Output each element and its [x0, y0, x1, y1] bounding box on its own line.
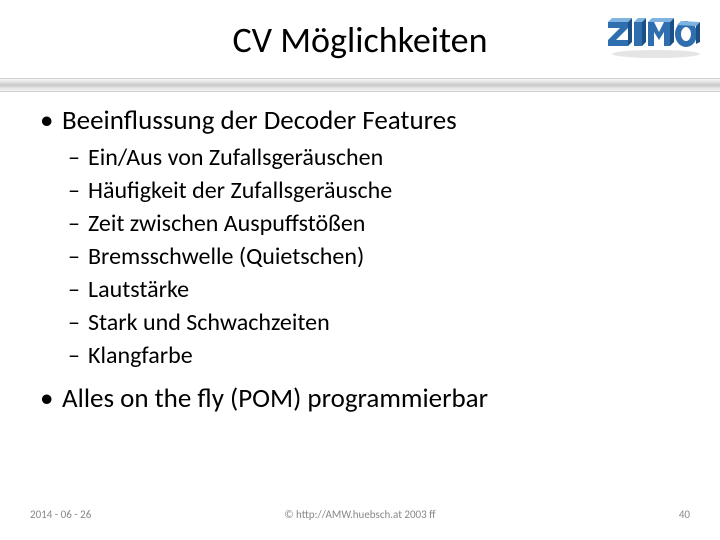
slide-footer: 2014 - 06 - 26 © http://AMW.huebsch.at 2…: [0, 508, 720, 526]
bullet-level2: Bremsschwelle (Quietschen): [36, 242, 684, 271]
bullet-level2: Häufigkeit der Zufallsgeräusche: [36, 176, 684, 205]
bullet-level2: Stark und Schwachzeiten: [36, 308, 684, 337]
bullet-text: Lautstärke: [88, 275, 189, 304]
slide-header: CV Möglichkeiten: [0, 0, 720, 96]
bullet-text: Bremsschwelle (Quietschen): [88, 242, 364, 271]
bullet-text: Häufigkeit der Zufallsgeräusche: [88, 176, 392, 205]
bullet-text: Klangfarbe: [88, 341, 193, 370]
slide: CV Möglichkeiten: [0, 0, 720, 540]
bullet-text: Beeinflussung der Decoder Features: [62, 104, 457, 137]
zimo-logo-icon: [606, 16, 702, 60]
header-divider: [0, 78, 720, 92]
bullet-text: Alles on the fly (POM) programmierbar: [62, 382, 488, 415]
bullet-level2: Zeit zwischen Auspuffstößen: [36, 209, 684, 238]
footer-copyright: © http://AMW.huebsch.at 2003 ff: [0, 508, 720, 521]
bullet-level2: Lautstärke: [36, 275, 684, 304]
brand-logo: [606, 16, 702, 65]
bullet-text: Stark und Schwachzeiten: [88, 308, 330, 337]
slide-body: Beeinflussung der Decoder Features Ein/A…: [36, 104, 684, 421]
bullet-text: Ein/Aus von Zufallsgeräuschen: [88, 143, 383, 172]
footer-page-number: 40: [679, 508, 690, 521]
bullet-level1: Beeinflussung der Decoder Features: [36, 104, 684, 137]
bullet-level2: Klangfarbe: [36, 341, 684, 370]
bullet-text: Zeit zwischen Auspuffstößen: [88, 209, 365, 238]
bullet-level1: Alles on the fly (POM) programmierbar: [36, 382, 684, 415]
bullet-level2: Ein/Aus von Zufallsgeräuschen: [36, 143, 684, 172]
